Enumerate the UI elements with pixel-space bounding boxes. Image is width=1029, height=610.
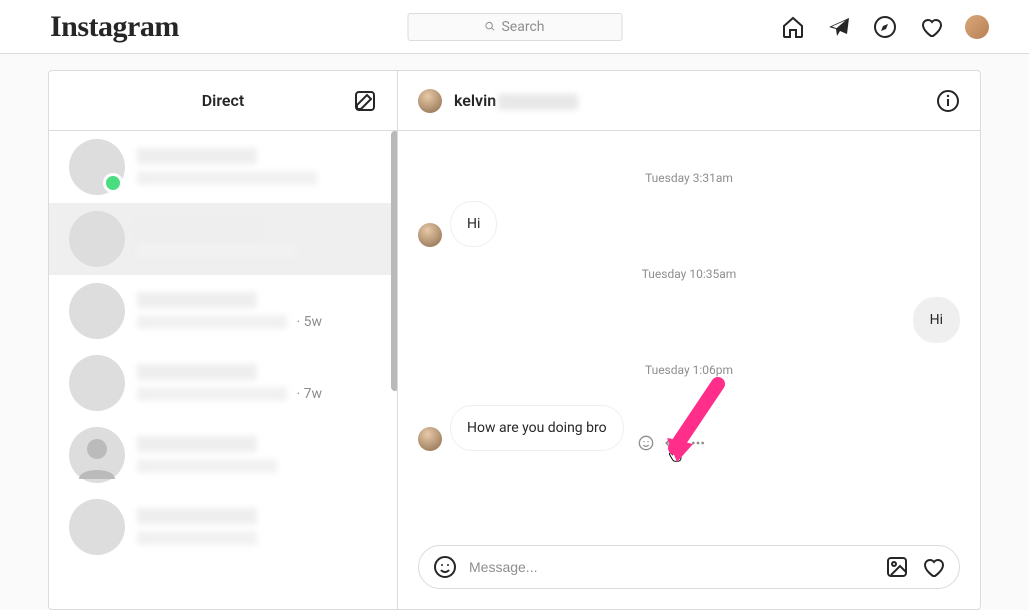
avatar <box>69 355 125 411</box>
thread-name-redacted <box>137 364 257 380</box>
message-list[interactable]: Tuesday 3:31am Hi Tuesday 10:35am Hi Tue… <box>398 131 980 545</box>
chat-header: kelvin <box>398 71 980 131</box>
top-nav: Instagram Search <box>0 0 1029 54</box>
message-input[interactable] <box>469 559 873 575</box>
thread-name-redacted <box>137 148 257 164</box>
thread-name-redacted <box>137 436 257 452</box>
timestamp: Tuesday 10:35am <box>418 267 960 281</box>
messenger-icon[interactable] <box>827 15 851 39</box>
heart-icon[interactable] <box>921 555 945 579</box>
search-icon <box>484 21 495 32</box>
thread-item[interactable] <box>49 131 397 203</box>
search-input[interactable]: Search <box>407 13 622 41</box>
message-composer <box>418 545 960 589</box>
thread-time: · 7w <box>296 386 322 402</box>
timestamp: Tuesday 3:31am <box>418 171 960 185</box>
avatar <box>69 139 125 195</box>
thread-list[interactable]: · 5w · 7w <box>49 131 397 609</box>
avatar <box>69 499 125 555</box>
search-placeholder: Search <box>501 19 544 35</box>
avatar <box>69 283 125 339</box>
scrollbar[interactable] <box>391 131 397 391</box>
nav-icon-group <box>781 15 1009 39</box>
message-bubble[interactable]: How are you doing bro <box>450 405 624 451</box>
thread-preview-redacted <box>137 243 297 257</box>
sidebar-title: Direct <box>202 91 245 110</box>
emoji-icon[interactable] <box>433 555 457 579</box>
thread-preview-redacted <box>137 315 287 329</box>
message-bubble[interactable]: Hi <box>913 297 960 343</box>
direct-container: Direct <box>48 70 981 610</box>
sidebar-header: Direct <box>49 71 397 131</box>
thread-time: · 5w <box>296 314 322 330</box>
thread-preview-redacted <box>137 459 277 473</box>
message-actions <box>638 435 706 451</box>
thread-item[interactable] <box>49 419 397 491</box>
thread-name-redacted <box>137 292 257 308</box>
chat-panel: kelvin Tuesday 3:31am Hi Tuesday 10:35am… <box>398 71 980 609</box>
avatar[interactable] <box>418 89 442 113</box>
heart-icon[interactable] <box>919 15 943 39</box>
thread-preview-redacted <box>137 387 287 401</box>
avatar <box>965 15 989 39</box>
thread-item[interactable] <box>49 203 397 275</box>
compose-icon[interactable] <box>353 89 377 113</box>
thread-item[interactable]: · 5w <box>49 275 397 347</box>
thread-preview-redacted <box>137 531 257 545</box>
more-icon[interactable] <box>690 435 706 451</box>
thread-name-redacted <box>137 220 257 236</box>
avatar <box>69 211 125 267</box>
timestamp: Tuesday 1:06pm <box>418 363 960 377</box>
brand-logo[interactable]: Instagram <box>20 10 179 44</box>
message-row: How are you doing bro <box>418 405 960 451</box>
message-bubble[interactable]: Hi <box>450 201 497 247</box>
chat-username[interactable]: kelvin <box>454 91 578 110</box>
react-emoji-icon[interactable] <box>638 435 654 451</box>
profile-avatar[interactable] <box>965 15 989 39</box>
sidebar: Direct <box>49 71 398 609</box>
message-row: Hi <box>418 297 960 343</box>
reply-icon[interactable] <box>664 435 680 451</box>
message-row: Hi <box>418 201 960 247</box>
avatar <box>69 427 125 483</box>
info-icon[interactable] <box>936 89 960 113</box>
thread-item[interactable] <box>49 491 397 563</box>
home-icon[interactable] <box>781 15 805 39</box>
avatar[interactable] <box>418 223 442 247</box>
thread-preview-redacted <box>137 171 317 185</box>
thread-name-redacted <box>137 508 257 524</box>
username-redacted <box>498 94 578 110</box>
avatar[interactable] <box>418 427 442 451</box>
thread-item[interactable]: · 7w <box>49 347 397 419</box>
image-icon[interactable] <box>885 555 909 579</box>
explore-icon[interactable] <box>873 15 897 39</box>
